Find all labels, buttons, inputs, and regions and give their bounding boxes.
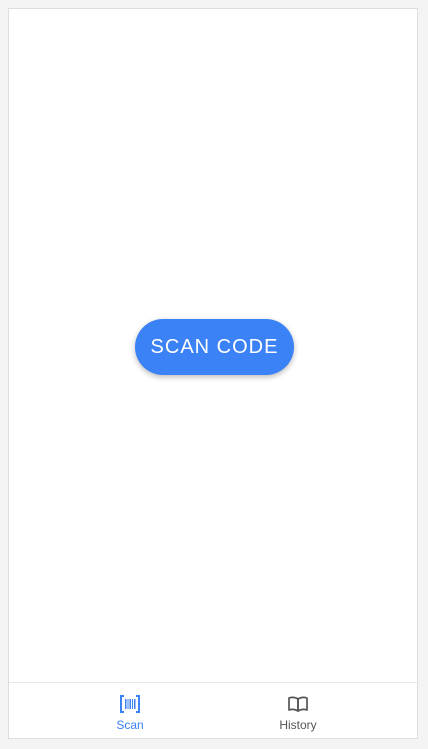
nav-item-history[interactable]: History [238, 683, 358, 739]
main-content: SCAN CODE [9, 9, 417, 684]
nav-label-scan: Scan [116, 718, 144, 732]
scan-code-button[interactable]: SCAN CODE [135, 319, 294, 375]
app-window: SCAN CODE Scan History [8, 8, 418, 739]
barcode-icon [120, 695, 140, 713]
nav-label-history: History [279, 718, 317, 732]
nav-item-scan[interactable]: Scan [70, 683, 190, 739]
bottom-navigation: Scan History [9, 682, 417, 738]
book-icon [288, 696, 308, 712]
